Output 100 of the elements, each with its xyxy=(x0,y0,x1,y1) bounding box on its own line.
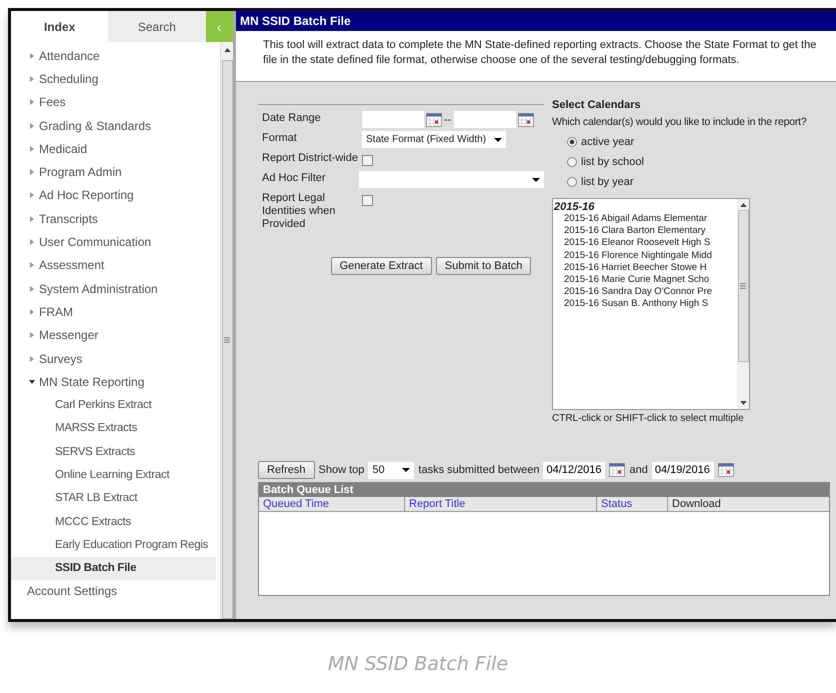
tree-item[interactable]: Transcripts xyxy=(11,207,220,230)
expand-arrow-icon xyxy=(29,308,35,315)
field-label: Report Legal Identities when Provided xyxy=(261,191,336,231)
end-date-field[interactable]: 04/19/2016 xyxy=(652,462,714,478)
list-item[interactable]: 2015-16 Abigail Adams Elementar xyxy=(554,213,708,226)
tree-item[interactable]: Carl Perkins Extract xyxy=(11,393,216,417)
radio-option[interactable]: list by year xyxy=(552,172,634,192)
tree-item[interactable]: Grading & Standards xyxy=(11,114,220,138)
calendar-list[interactable] xyxy=(552,198,750,410)
expand-arrow-icon xyxy=(29,99,35,106)
tree-item[interactable]: Assessment xyxy=(11,254,220,277)
sidebar-tab[interactable]: Index xyxy=(11,11,108,42)
radio-button[interactable] xyxy=(567,177,577,187)
radio-button[interactable] xyxy=(567,137,577,147)
between-label: tasks submitted between xyxy=(418,464,540,476)
question-text: Which calendar(s) would you like to include in the report? xyxy=(552,116,808,128)
action-button[interactable]: Submit to Batch xyxy=(436,257,532,275)
expand-arrow-icon xyxy=(29,378,35,385)
tree-item[interactable]: FRAM xyxy=(11,300,220,324)
grip-icon xyxy=(740,283,746,289)
dropdown-caret-icon xyxy=(402,468,410,472)
expand-arrow-icon xyxy=(29,192,35,198)
tree-item[interactable]: SSID Batch File xyxy=(11,556,216,580)
checkbox[interactable] xyxy=(362,195,373,206)
action-button[interactable]: Generate Extract xyxy=(330,257,432,275)
expand-arrow-icon xyxy=(29,286,35,292)
list-item[interactable]: 2015-16 Clara Barton Elementary xyxy=(554,225,706,238)
list-item[interactable]: 2015-16 Florence Nightingale Midd xyxy=(554,250,712,262)
end-date-field[interactable] xyxy=(454,111,516,128)
table-title: Batch Queue List xyxy=(259,483,829,497)
field-label: Format xyxy=(261,131,298,145)
tree-item[interactable]: Medicaid xyxy=(11,137,220,160)
format-dropdown[interactable]: State Format (Fixed Width) xyxy=(362,131,506,148)
scroll-thumb[interactable] xyxy=(222,60,232,619)
expand-arrow-icon xyxy=(29,169,35,176)
list-item[interactable]: 2015-16 Sandra Day O'Connor Pre xyxy=(554,286,712,298)
expand-arrow-icon xyxy=(29,52,35,59)
description-text: This tool will extract data to complete the MN State-defined reporting extracts. Choose the State Format to get the file in the state defined file format, otherwise choose one of the several testing/debugging formats. xyxy=(263,38,818,67)
grip-icon xyxy=(224,336,230,342)
tree-item[interactable]: System Administration xyxy=(11,276,220,300)
dropdown-caret-icon xyxy=(532,178,540,182)
tree-item[interactable]: SERVS Extracts xyxy=(11,440,216,464)
and-label: and xyxy=(629,464,648,476)
tree-item[interactable]: STAR LB Extract xyxy=(11,486,216,510)
tree-item[interactable]: Program Admin xyxy=(11,160,220,184)
field-label: Ad Hoc Filter xyxy=(261,171,327,185)
start-date-field[interactable]: 04/12/2016 xyxy=(543,462,606,478)
column-header: Download xyxy=(671,497,722,511)
field-label: Report District-wide xyxy=(261,151,359,165)
tree-item[interactable]: MCCC Extracts xyxy=(11,510,216,534)
expand-arrow-icon xyxy=(29,216,35,222)
scrollbar[interactable] xyxy=(220,42,233,619)
tree-item[interactable]: Attendance xyxy=(11,44,220,68)
window-title: MN SSID Batch File xyxy=(236,11,836,31)
calendar-icon[interactable] xyxy=(518,112,534,126)
sidebar-tab[interactable]: Search xyxy=(108,11,206,42)
column-header[interactable]: Queued Time xyxy=(259,497,405,511)
tree-item[interactable]: MN State Reporting xyxy=(11,370,220,394)
scroll-down-icon xyxy=(740,401,746,405)
calendar-icon[interactable] xyxy=(609,463,626,477)
checkbox[interactable] xyxy=(362,155,373,166)
tree-item[interactable]: MARSS Extracts xyxy=(11,416,216,440)
hint-text: CTRL-click or SHIFT-click to select multiple xyxy=(552,413,745,424)
field-label: Date Range xyxy=(261,111,322,125)
calendar-icon[interactable] xyxy=(718,463,734,477)
tree-item[interactable]: Ad Hoc Reporting xyxy=(11,184,220,208)
scroll-thumb[interactable] xyxy=(738,210,748,362)
expand-arrow-icon xyxy=(29,146,35,152)
start-date-field[interactable] xyxy=(362,111,424,128)
scrollbar[interactable] xyxy=(737,199,749,409)
list-item[interactable]: 2015-16 Harriet Beecher Stowe H xyxy=(554,262,707,274)
refresh-button[interactable]: Refresh xyxy=(258,461,315,479)
list-item[interactable]: 2015-16 Eleanor Roosevelt High S xyxy=(554,237,710,250)
count-dropdown[interactable]: 50 xyxy=(368,462,414,478)
column-header[interactable]: Report Title xyxy=(405,497,597,511)
list-item[interactable]: 2015-16 Susan B. Anthony High S xyxy=(554,298,708,310)
range-separator: -- xyxy=(444,114,452,126)
tree-item[interactable]: User Communication xyxy=(11,230,220,254)
dropdown-caret-icon xyxy=(494,138,502,142)
expand-arrow-icon xyxy=(29,262,35,268)
tree-item[interactable]: Fees xyxy=(11,90,220,114)
tree-item[interactable]: Account Settings xyxy=(11,580,220,604)
expand-arrow-icon xyxy=(29,122,35,129)
column-header[interactable]: Status xyxy=(597,497,668,511)
radio-option[interactable]: list by school xyxy=(552,152,644,172)
tree-item[interactable]: Scheduling xyxy=(11,67,220,91)
calendar-icon[interactable] xyxy=(426,112,442,126)
list-item[interactable]: 2015-16 Marie Curie Magnet Scho xyxy=(554,274,710,286)
tree-item[interactable]: Surveys xyxy=(11,346,220,370)
radio-button[interactable] xyxy=(567,157,577,167)
tree-item[interactable]: Messenger xyxy=(11,324,220,347)
show-top-label: Show top xyxy=(318,464,364,476)
section-title: Select Calendars xyxy=(552,99,642,111)
expand-arrow-icon xyxy=(29,332,35,338)
list-group-header: 2015-16 xyxy=(554,201,596,213)
tree-item[interactable]: Online Learning Extract xyxy=(11,463,216,487)
radio-option[interactable]: active year xyxy=(552,132,634,152)
tree-item[interactable]: Early Education Program Regis xyxy=(11,533,216,557)
expand-arrow-icon xyxy=(29,356,35,362)
expand-arrow-icon xyxy=(29,239,35,246)
